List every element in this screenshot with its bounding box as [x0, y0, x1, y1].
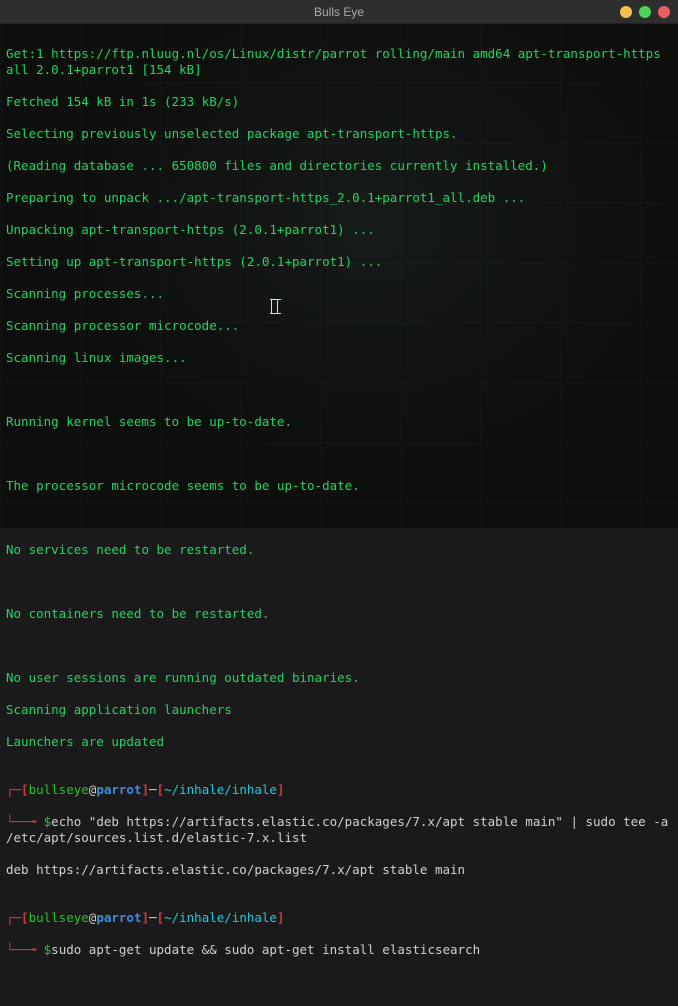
- window-controls: [620, 0, 670, 24]
- stdout-line: Get:1 https://ftp.nluug.nl/os/Linux/dist…: [6, 46, 672, 78]
- prompt-bracket-close: ]: [141, 782, 149, 797]
- prompt-user: bullseye: [29, 782, 89, 797]
- stdout-line: No services need to be restarted.: [6, 542, 672, 558]
- prompt-bracket-open-2: [: [157, 910, 165, 925]
- prompt-bracket-close-2: ]: [277, 782, 285, 797]
- prompt-at: @: [89, 910, 97, 925]
- titlebar: Bulls Eye: [0, 0, 678, 24]
- prompt-path: ~/inhale/inhale: [164, 910, 277, 925]
- stdout-line: deb https://artifacts.elastic.co/package…: [6, 862, 672, 878]
- prompt-path: ~/inhale/inhale: [164, 782, 277, 797]
- prompt-dash: ─: [149, 782, 157, 797]
- prompt-bracket-close: ]: [141, 910, 149, 925]
- blank-line: [6, 446, 672, 462]
- terminal-viewport[interactable]: Get:1 https://ftp.nluug.nl/os/Linux/dist…: [0, 24, 678, 528]
- prompt-line-1: ┌─[bullseye@parrot]─[~/inhale/inhale]: [6, 910, 672, 926]
- prompt-arrow: └──╼: [6, 942, 44, 957]
- stdout-line: Scanning linux images...: [6, 350, 672, 366]
- prompt-host: parrot: [96, 782, 141, 797]
- stdout-line: The processor microcode seems to be up-t…: [6, 478, 672, 494]
- prompt-bracket-open: ┌─[: [6, 910, 29, 925]
- stdout-line: No containers need to be restarted.: [6, 606, 672, 622]
- prompt-bracket-open: ┌─[: [6, 782, 29, 797]
- prompt-bracket-open-2: [: [157, 782, 165, 797]
- minimize-icon[interactable]: [620, 6, 632, 18]
- blank-line: [6, 574, 672, 590]
- prompt-at: @: [89, 782, 97, 797]
- text-cursor-icon: [271, 299, 278, 314]
- command-input[interactable]: sudo apt-get update && sudo apt-get inst…: [51, 942, 480, 957]
- prompt-line-2: └──╼ $echo "deb https://artifacts.elasti…: [6, 814, 672, 846]
- stdout-line: Scanning processes...: [6, 286, 672, 302]
- prompt-dollar: $: [44, 942, 52, 957]
- stdout-line: Selecting previously unselected package …: [6, 126, 672, 142]
- prompt-host: parrot: [96, 910, 141, 925]
- close-icon[interactable]: [658, 6, 670, 18]
- stdout-line: Setting up apt-transport-https (2.0.1+pa…: [6, 254, 672, 270]
- prompt-line-1: ┌─[bullseye@parrot]─[~/inhale/inhale]: [6, 782, 672, 798]
- prompt-user: bullseye: [29, 910, 89, 925]
- blank-line: [6, 638, 672, 654]
- blank-line: [6, 510, 672, 526]
- window-title: Bulls Eye: [314, 4, 364, 20]
- maximize-icon[interactable]: [639, 6, 651, 18]
- prompt-dash: ─: [149, 910, 157, 925]
- stdout-line: Fetched 154 kB in 1s (233 kB/s): [6, 94, 672, 110]
- stdout-line: Scanning processor microcode...: [6, 318, 672, 334]
- stdout-line: Scanning application launchers: [6, 702, 672, 718]
- stdout-line: Launchers are updated: [6, 734, 672, 750]
- blank-line: [6, 382, 672, 398]
- stdout-line: Running kernel seems to be up-to-date.: [6, 414, 672, 430]
- prompt-bracket-close-2: ]: [277, 910, 285, 925]
- stdout-line: Unpacking apt-transport-https (2.0.1+par…: [6, 222, 672, 238]
- prompt-arrow: └──╼: [6, 814, 44, 829]
- command-text: echo "deb https://artifacts.elastic.co/p…: [6, 814, 676, 845]
- stdout-line: Preparing to unpack .../apt-transport-ht…: [6, 190, 672, 206]
- prompt-line-2[interactable]: └──╼ $sudo apt-get update && sudo apt-ge…: [6, 942, 672, 958]
- stdout-line: No user sessions are running outdated bi…: [6, 670, 672, 686]
- stdout-line: (Reading database ... 650800 files and d…: [6, 158, 672, 174]
- prompt-dollar: $: [44, 814, 52, 829]
